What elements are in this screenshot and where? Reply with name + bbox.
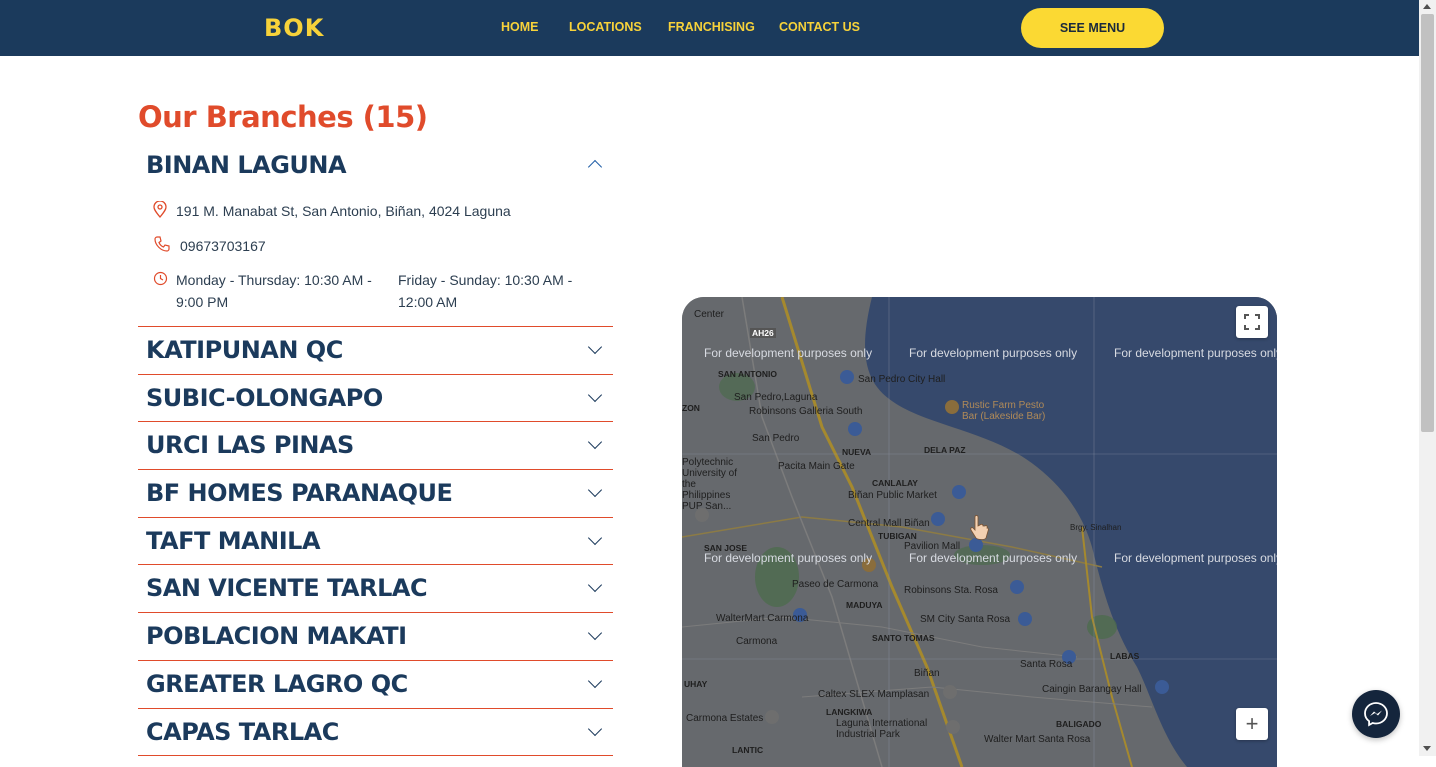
messenger-icon [1364,702,1388,727]
fullscreen-icon [1244,314,1260,330]
map-label: San Pedro,Laguna [734,392,818,403]
branch-name: URCI LAS PINAS [146,431,354,459]
see-menu-button[interactable]: SEE MENU [1021,8,1164,48]
map-label: Carmona [736,636,778,647]
chevron-down-icon [587,577,603,593]
map-label: Rustic Farm Pesto Bar (Lakeside Bar) [962,400,1046,422]
branch-map[interactable]: For development purposes only For develo… [682,297,1277,767]
branch-phone[interactable]: 09673703167 [180,235,266,257]
map-label: San Pedro City Hall [858,374,946,385]
chevron-down-icon [587,673,603,689]
map-label: NUEVA [842,447,872,457]
zoom-in-button[interactable]: + [1236,708,1268,740]
branch-name: GREATER LAGRO QC [146,670,408,698]
map-label: TUBIGAN [878,531,917,541]
map-watermark: For development purposes only [909,346,1078,360]
branch-header-taft-manila[interactable]: TAFT MANILA [138,518,613,565]
map-label: LANGKIWA [826,707,873,717]
branch-name: CAPAS TARLAC [146,718,339,746]
map-label: UHAY [684,679,708,689]
branch-name: SAN VICENTE TARLAC [146,574,428,602]
map-label: San Pedro [752,433,800,444]
chevron-down-icon [587,625,603,641]
map-label: SAN JOSE [704,543,747,553]
page-title: Our Branches (15) [138,100,428,134]
scroll-up-arrow-icon[interactable] [1423,4,1431,9]
branch-name: TAFT MANILA [146,527,321,555]
map-label: BALIGADO [1056,719,1102,729]
logo[interactable]: BOK [264,14,324,42]
map-label: SANTO TOMAS [872,633,935,643]
location-pin-icon [153,201,167,219]
branch-header-capas-tarlac[interactable]: CAPAS TARLAC [138,709,613,756]
map-label: MADUYA [846,600,883,610]
nav-franchising[interactable]: FRANCHISING [668,20,755,34]
map-label: Pavilion Mall [904,541,961,552]
phone-icon [154,236,170,252]
branch-header-subic-olongapo[interactable]: SUBIC-OLONGAPO [138,375,613,422]
map-label: LABAS [1110,651,1140,661]
map-label: Brgy. Sinalhan [1070,523,1122,532]
map-label: Walter Mart Santa Rosa [984,734,1091,745]
map-label: CANLALAY [872,478,918,488]
branch-header-bf-homes-paranaque[interactable]: BF HOMES PARANAQUE [138,470,613,517]
map-label: Biñan [914,668,940,679]
map-label: Central Mall Biñan [848,518,930,529]
map-label: Polytechnic University of the Philippine… [682,457,738,512]
map-label: SM City Santa Rosa [920,614,1011,625]
fullscreen-button[interactable] [1236,306,1268,338]
branch-name: BINAN LAGUNA [146,151,347,179]
map-label: ZON [682,403,700,413]
map-watermark: For development purposes only [1114,346,1277,360]
chevron-down-icon [587,434,603,450]
chevron-down-icon [587,387,603,403]
map-label: LANTIC [732,745,764,755]
map-watermark: For development purposes only [704,346,873,360]
map-label: DELA PAZ [924,445,966,455]
chevron-down-icon [587,482,603,498]
map-watermark: For development purposes only [1114,551,1277,565]
hand-pointer-icon [970,515,989,540]
branch-name: KATIPUNAN QC [146,336,343,364]
branch-name: BF HOMES PARANAQUE [146,479,453,507]
map-label: Caltex SLEX Mamplasan [818,689,930,700]
map-label: Paseo de Carmona [792,579,879,590]
branch-name: POBLACION MAKATI [146,622,407,650]
branch-header-katipunan-qc[interactable]: KATIPUNAN QC [138,327,613,374]
map-watermark: For development purposes only [704,551,873,565]
nav-contact-us[interactable]: CONTACT US [779,20,860,34]
map-road-shield: AH26 [750,328,776,338]
map-label: Biñan Public Market [848,490,937,501]
map-watermark: For development purposes only [909,551,1078,565]
map-label: Pacita Main Gate [778,461,855,472]
branch-name: SUBIC-OLONGAPO [146,384,383,412]
branch-header-san-vicente-tarlac[interactable]: SAN VICENTE TARLAC [138,565,613,612]
map-label: Santa Rosa [1020,659,1073,670]
nav-locations[interactable]: LOCATIONS [569,20,642,34]
map-label: SAN ANTONIO [718,369,778,379]
chevron-down-icon [587,721,603,737]
branch-header-greater-lagro-qc[interactable]: GREATER LAGRO QC [138,661,613,708]
map-label: Robinsons Galleria South [749,406,863,417]
nav-home[interactable]: HOME [501,20,539,34]
messenger-chat-button[interactable] [1352,690,1400,738]
branch-header-urci-las-pinas[interactable]: URCI LAS PINAS [138,422,613,469]
branch-header-binan-laguna[interactable]: BINAN LAGUNA [138,142,613,189]
branch-address: 191 M. Manabat St, San Antonio, Biñan, 4… [176,203,511,219]
chevron-down-icon [587,530,603,546]
map-label: Carmona Estates [686,713,764,724]
scrollbar-thumb[interactable] [1421,14,1434,432]
clock-icon [153,271,168,286]
chevron-down-icon [587,339,603,355]
map-label: Caingin Barangay Hall [1042,684,1142,695]
map-label: Laguna International Industrial Park [836,718,928,740]
scroll-down-arrow-icon[interactable] [1423,746,1431,751]
chevron-up-icon [587,159,603,175]
hours-weekend: Friday - Sunday: 10:30 AM - 12:00 AM [398,272,573,310]
map-label: WalterMart Carmona [716,613,809,624]
hours-weekday: Monday - Thursday: 10:30 AM - 9:00 PM [176,272,372,310]
map-label: Robinsons Sta. Rosa [904,585,998,596]
map-label: Center [694,309,725,320]
branch-header-poblacion-makati[interactable]: POBLACION MAKATI [138,613,613,660]
